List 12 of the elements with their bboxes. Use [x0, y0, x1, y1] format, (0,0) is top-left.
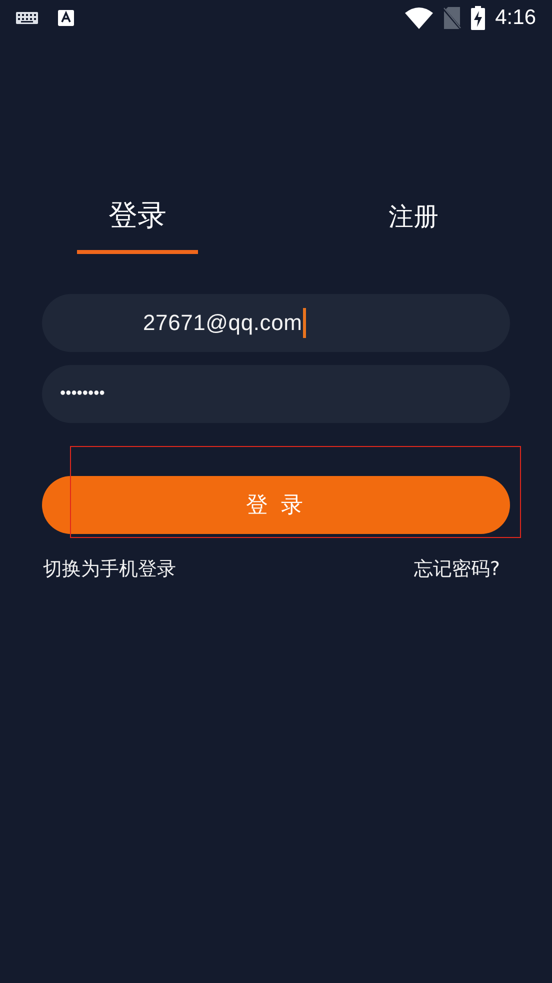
clock-time: 4:16 — [495, 6, 536, 30]
password-field[interactable]: •••••••• — [42, 365, 510, 423]
keyboard-icon — [16, 12, 38, 24]
no-sim-icon — [443, 7, 462, 29]
text-link[interactable]: 忘记密码? — [414, 556, 500, 582]
email-field[interactable]: 27671@qq.com — [42, 294, 510, 352]
tab[interactable]: 登录 — [77, 196, 198, 254]
text-notification-icon — [58, 10, 74, 26]
wifi-icon — [405, 7, 434, 29]
tab[interactable]: 注册 — [353, 196, 474, 241]
battery-charging-icon — [471, 6, 486, 30]
text-link[interactable]: 切换为手机登录 — [43, 556, 176, 582]
